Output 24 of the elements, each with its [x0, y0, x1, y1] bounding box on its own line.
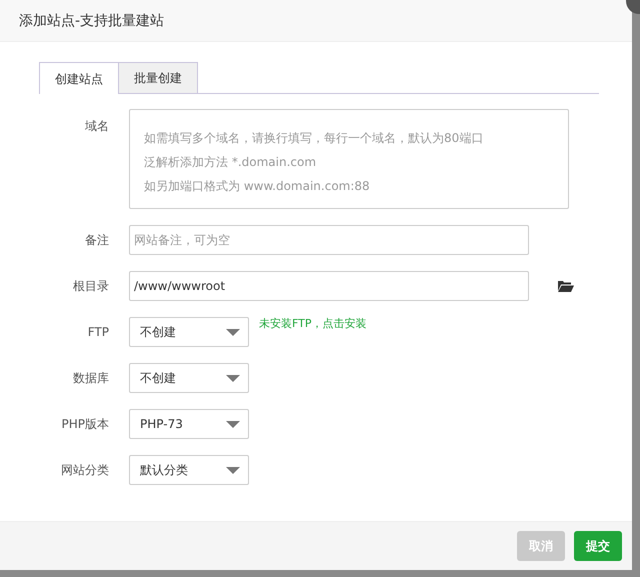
select-dropdown[interactable]: 默认分类 [129, 455, 249, 485]
tab[interactable]: 批量创建 [119, 62, 198, 93]
path-field[interactable]: /www/wwwroot [129, 271, 529, 301]
select-dropdown[interactable]: 不创建 [129, 317, 249, 347]
placeholder-line: 泛解析添加方法 *.domain.com [144, 154, 316, 171]
field-label: PHP版本 [60, 416, 109, 433]
caret-icon [226, 328, 240, 336]
window-title: 添加站点-支持批量建站 [19, 12, 164, 30]
field-label: 数据库 [72, 370, 109, 387]
folder-icon[interactable] [558, 280, 574, 292]
placeholder-line: 如需填写多个域名，请换行填写，每行一个域名，默认为80端口 [144, 130, 484, 147]
caret-icon [226, 374, 240, 382]
select-dropdown[interactable]: PHP-73 [129, 409, 249, 439]
placeholder-line: 如另加端口格式为 www.domain.com:88 [144, 178, 370, 195]
field-label: FTP [86, 324, 109, 341]
field-label: 根目录 [72, 278, 109, 295]
caret-icon [226, 420, 240, 428]
field-label: 备注 [84, 232, 109, 249]
tab[interactable]: 创建站点 [39, 62, 119, 94]
caret-icon [226, 466, 240, 474]
input-field[interactable]: 网站备注，可为空 [129, 225, 529, 255]
field-label: 域名 [84, 118, 109, 134]
field-label: 网站分类 [60, 462, 109, 479]
select-dropdown[interactable]: 不创建 [129, 363, 249, 393]
